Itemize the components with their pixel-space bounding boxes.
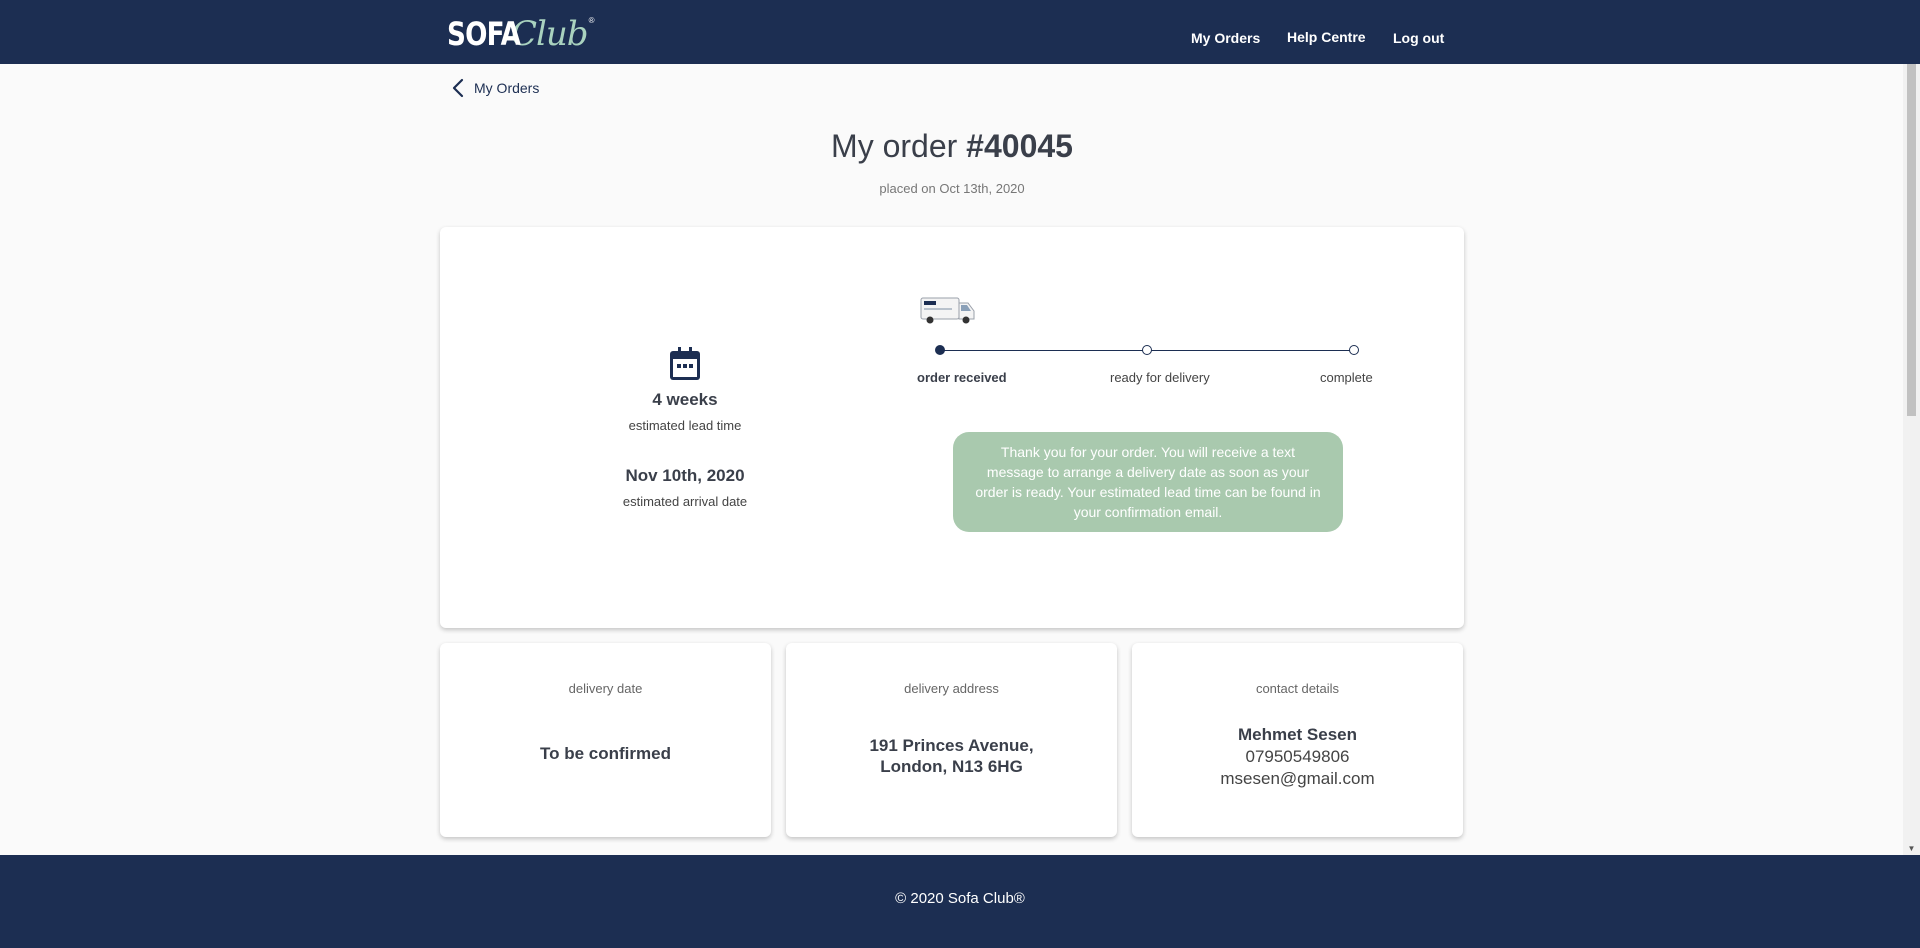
progress-dot-order-received [935,345,945,355]
contact-phone: 07950549806 [1245,747,1350,766]
nav-log-out[interactable]: Log out [1393,30,1444,46]
delivery-address-title: delivery address [904,681,999,696]
sofa-club-logo[interactable]: SOFA Club ® [447,12,594,56]
page-title: My order #40045 [0,128,1904,165]
footer-bar: © 2020 Sofa Club® [0,855,1920,948]
contact-email: msesen@gmail.com [1220,769,1375,788]
footer-copyright: © 2020 Sofa Club® [895,890,1025,907]
arrival-date-label: estimated arrival date [622,494,748,509]
delivery-date-title: delivery date [568,681,643,696]
logo-sofa-text: SOFA [447,15,521,53]
step-label-order-received: order received [917,370,1007,385]
contact-details-title: contact details [1255,681,1340,696]
scroll-down-arrow-icon[interactable]: ▼ [1903,843,1920,855]
back-link-label: My Orders [474,80,540,96]
logo-registered-mark: ® [588,16,595,25]
nav-help-centre[interactable]: Help Centre [1287,29,1366,45]
page-scrollbar[interactable]: ▼ [1903,64,1920,855]
header-bar: SOFA Club ® My Orders Help Centre Log ou… [0,0,1920,64]
chevron-left-icon [452,78,464,98]
contact-details-card: contact details Mehmet Sesen 07950549806… [1132,643,1463,837]
progress-dot-ready-for-delivery [1142,345,1152,355]
delivery-address-card: delivery address 191 Princes Avenue, Lon… [786,643,1117,837]
lead-time-label: estimated lead time [628,418,742,433]
step-label-ready-for-delivery: ready for delivery [1110,370,1210,385]
order-status-message: Thank you for your order. You will recei… [953,432,1343,532]
contact-name: Mehmet Sesen [1237,725,1358,744]
scrollbar-thumb[interactable] [1907,64,1916,416]
progress-dot-complete [1349,345,1359,355]
arrival-date-value: Nov 10th, 2020 [625,466,745,485]
delivery-date-card: delivery date To be confirmed [440,643,771,837]
delivery-address-line2: London, N13 6HG [880,757,1023,776]
page-title-prefix: My order [831,128,967,164]
delivery-address-line1: 191 Princes Avenue, [869,736,1034,755]
delivery-van-icon [920,297,975,324]
back-to-my-orders-link[interactable]: My Orders [452,77,539,99]
calendar-icon [670,347,700,380]
logo-club-text: Club [511,14,589,54]
nav-my-orders[interactable]: My Orders [1191,30,1260,46]
order-number: #40045 [966,128,1073,164]
lead-time-value: 4 weeks [652,390,718,409]
step-label-complete: complete [1320,370,1373,385]
order-placed-date: placed on Oct 13th, 2020 [879,181,1025,196]
delivery-date-value: To be confirmed [540,744,671,763]
